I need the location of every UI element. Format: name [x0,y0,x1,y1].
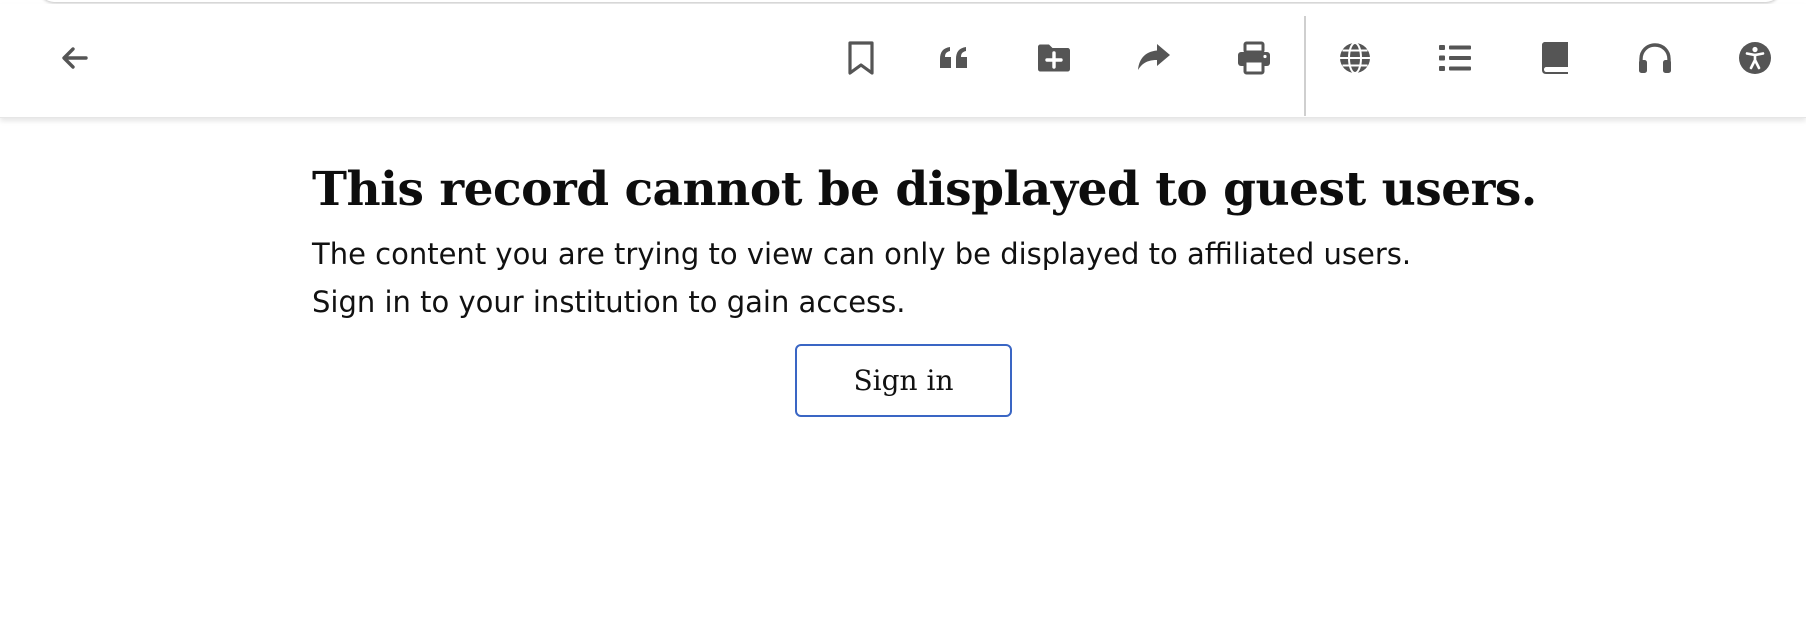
translate-button[interactable] [1325,28,1385,88]
access-message-line-1: The content you are trying to view can o… [312,237,1412,271]
book-icon [1539,40,1571,76]
toolbar [0,4,1806,118]
print-button[interactable] [1224,28,1284,88]
listen-button[interactable] [1625,28,1685,88]
table-of-contents-button[interactable] [1425,28,1485,88]
cite-button[interactable] [924,28,984,88]
page-title: This record cannot be displayed to guest… [312,162,1537,217]
sign-in-button[interactable]: Sign in [795,344,1012,417]
back-button[interactable] [44,28,104,88]
bookmark-icon [846,40,876,76]
save-to-folder-button[interactable] [1024,28,1084,88]
share-button[interactable] [1124,28,1184,88]
globe-icon [1338,41,1372,75]
quote-icon [938,44,970,72]
folder-plus-icon [1036,42,1072,74]
access-message: The content you are trying to view can o… [312,230,1411,326]
toolbar-divider [1304,16,1306,116]
bookmark-button[interactable] [831,28,891,88]
list-icon [1438,43,1472,73]
accessibility-button[interactable] [1725,28,1785,88]
arrow-left-icon [58,42,90,74]
share-icon [1136,42,1172,74]
access-message-line-2: Sign in to your institution to gain acce… [312,285,906,319]
full-text-button[interactable] [1525,28,1585,88]
accessibility-icon [1738,41,1772,75]
headphones-icon [1637,41,1673,75]
print-icon [1236,41,1272,75]
